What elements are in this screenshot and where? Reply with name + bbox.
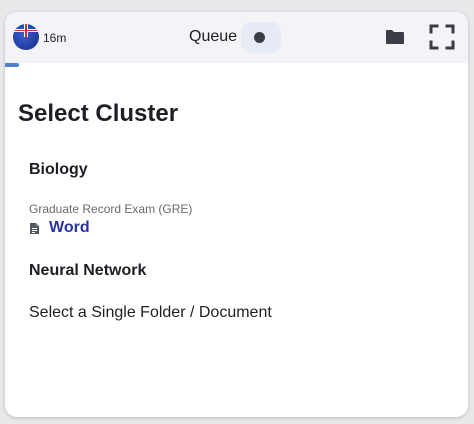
fullscreen-button[interactable] (429, 24, 455, 50)
cluster-heading-neural-network: Neural Network (29, 262, 147, 279)
document-subtitle: Graduate Record Exam (GRE) (29, 202, 193, 216)
session-progress-bar (5, 63, 468, 67)
folder-button[interactable] (385, 28, 405, 46)
fullscreen-icon (429, 24, 455, 50)
record-dot-icon (254, 32, 265, 43)
main-card: 16m Queue Select Cluster Biology Graduat… (5, 12, 468, 417)
document-icon (30, 222, 39, 234)
page-title: Select Cluster (18, 100, 179, 127)
top-bar: 16m Queue (5, 12, 468, 63)
document-link-word[interactable]: Word (29, 219, 90, 237)
queue-label: Queue (189, 28, 238, 45)
select-folder-document-link[interactable]: Select a Single Folder / Document (29, 304, 272, 322)
session-timer: 16m (43, 31, 67, 45)
document-link-label: Word (49, 219, 90, 236)
flag-cross-horizontal (13, 30, 39, 31)
flag-avatar-icon[interactable] (13, 24, 39, 50)
folder-icon (386, 30, 404, 44)
cluster-heading-biology: Biology (29, 161, 88, 178)
queue-toggle-button[interactable] (241, 22, 281, 53)
session-progress-fill (5, 63, 19, 67)
